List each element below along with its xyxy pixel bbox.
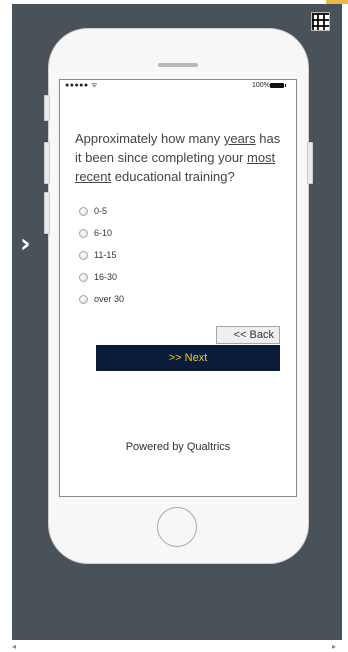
scroll-left-arrow-icon[interactable]: ◂	[12, 642, 16, 651]
answer-options: 0-5 6-10 11-15 16-30 over 30	[79, 200, 124, 310]
next-button[interactable]: >> Next	[96, 345, 280, 371]
radio-button[interactable]	[79, 250, 88, 260]
battery-percent: 100%	[252, 82, 270, 89]
option-16-30[interactable]: 16-30	[79, 266, 124, 288]
phone-volume-up	[44, 142, 50, 184]
signal-wifi-icon: ●●●●● ᯤ	[65, 82, 98, 89]
option-label: 6-10	[94, 228, 113, 238]
phone-speaker	[158, 63, 198, 67]
radio-button[interactable]	[79, 206, 88, 216]
radio-button[interactable]	[79, 228, 88, 238]
option-label: 0-5	[94, 206, 108, 216]
back-button[interactable]: << Back	[216, 326, 280, 344]
option-label: 16-30	[94, 272, 118, 282]
status-bar: ●●●●● ᯤ 100%	[60, 80, 296, 94]
option-6-10[interactable]: 6-10	[79, 222, 124, 244]
option-label: over 30	[94, 294, 125, 304]
phone-volume-down	[44, 192, 50, 234]
option-label: 11-15	[94, 250, 117, 260]
question-underline-years: years	[223, 131, 256, 146]
option-0-5[interactable]: 0-5	[79, 200, 124, 222]
powered-by-qualtrics-link[interactable]: Powered by Qualtrics	[60, 441, 296, 453]
phone-power-button	[307, 142, 313, 184]
phone-silent-switch	[44, 95, 50, 121]
next-page-arrow-icon[interactable]: ›	[20, 231, 31, 257]
phone-screen: ●●●●● ᯤ 100% Approximately how many year…	[59, 79, 297, 497]
horizontal-scrollbar[interactable]: ◂ ▸	[0, 640, 348, 652]
option-over-30[interactable]: over 30	[79, 288, 124, 310]
battery-icon	[270, 83, 286, 88]
question-text: Approximately how many years has it been…	[75, 131, 281, 184]
scroll-right-arrow-icon[interactable]: ▸	[332, 642, 336, 651]
option-11-15[interactable]: 11-15	[79, 244, 124, 266]
radio-button[interactable]	[79, 272, 88, 282]
radio-button[interactable]	[79, 294, 88, 304]
qr-code-icon[interactable]	[311, 12, 330, 31]
phone-home-button	[157, 507, 197, 547]
